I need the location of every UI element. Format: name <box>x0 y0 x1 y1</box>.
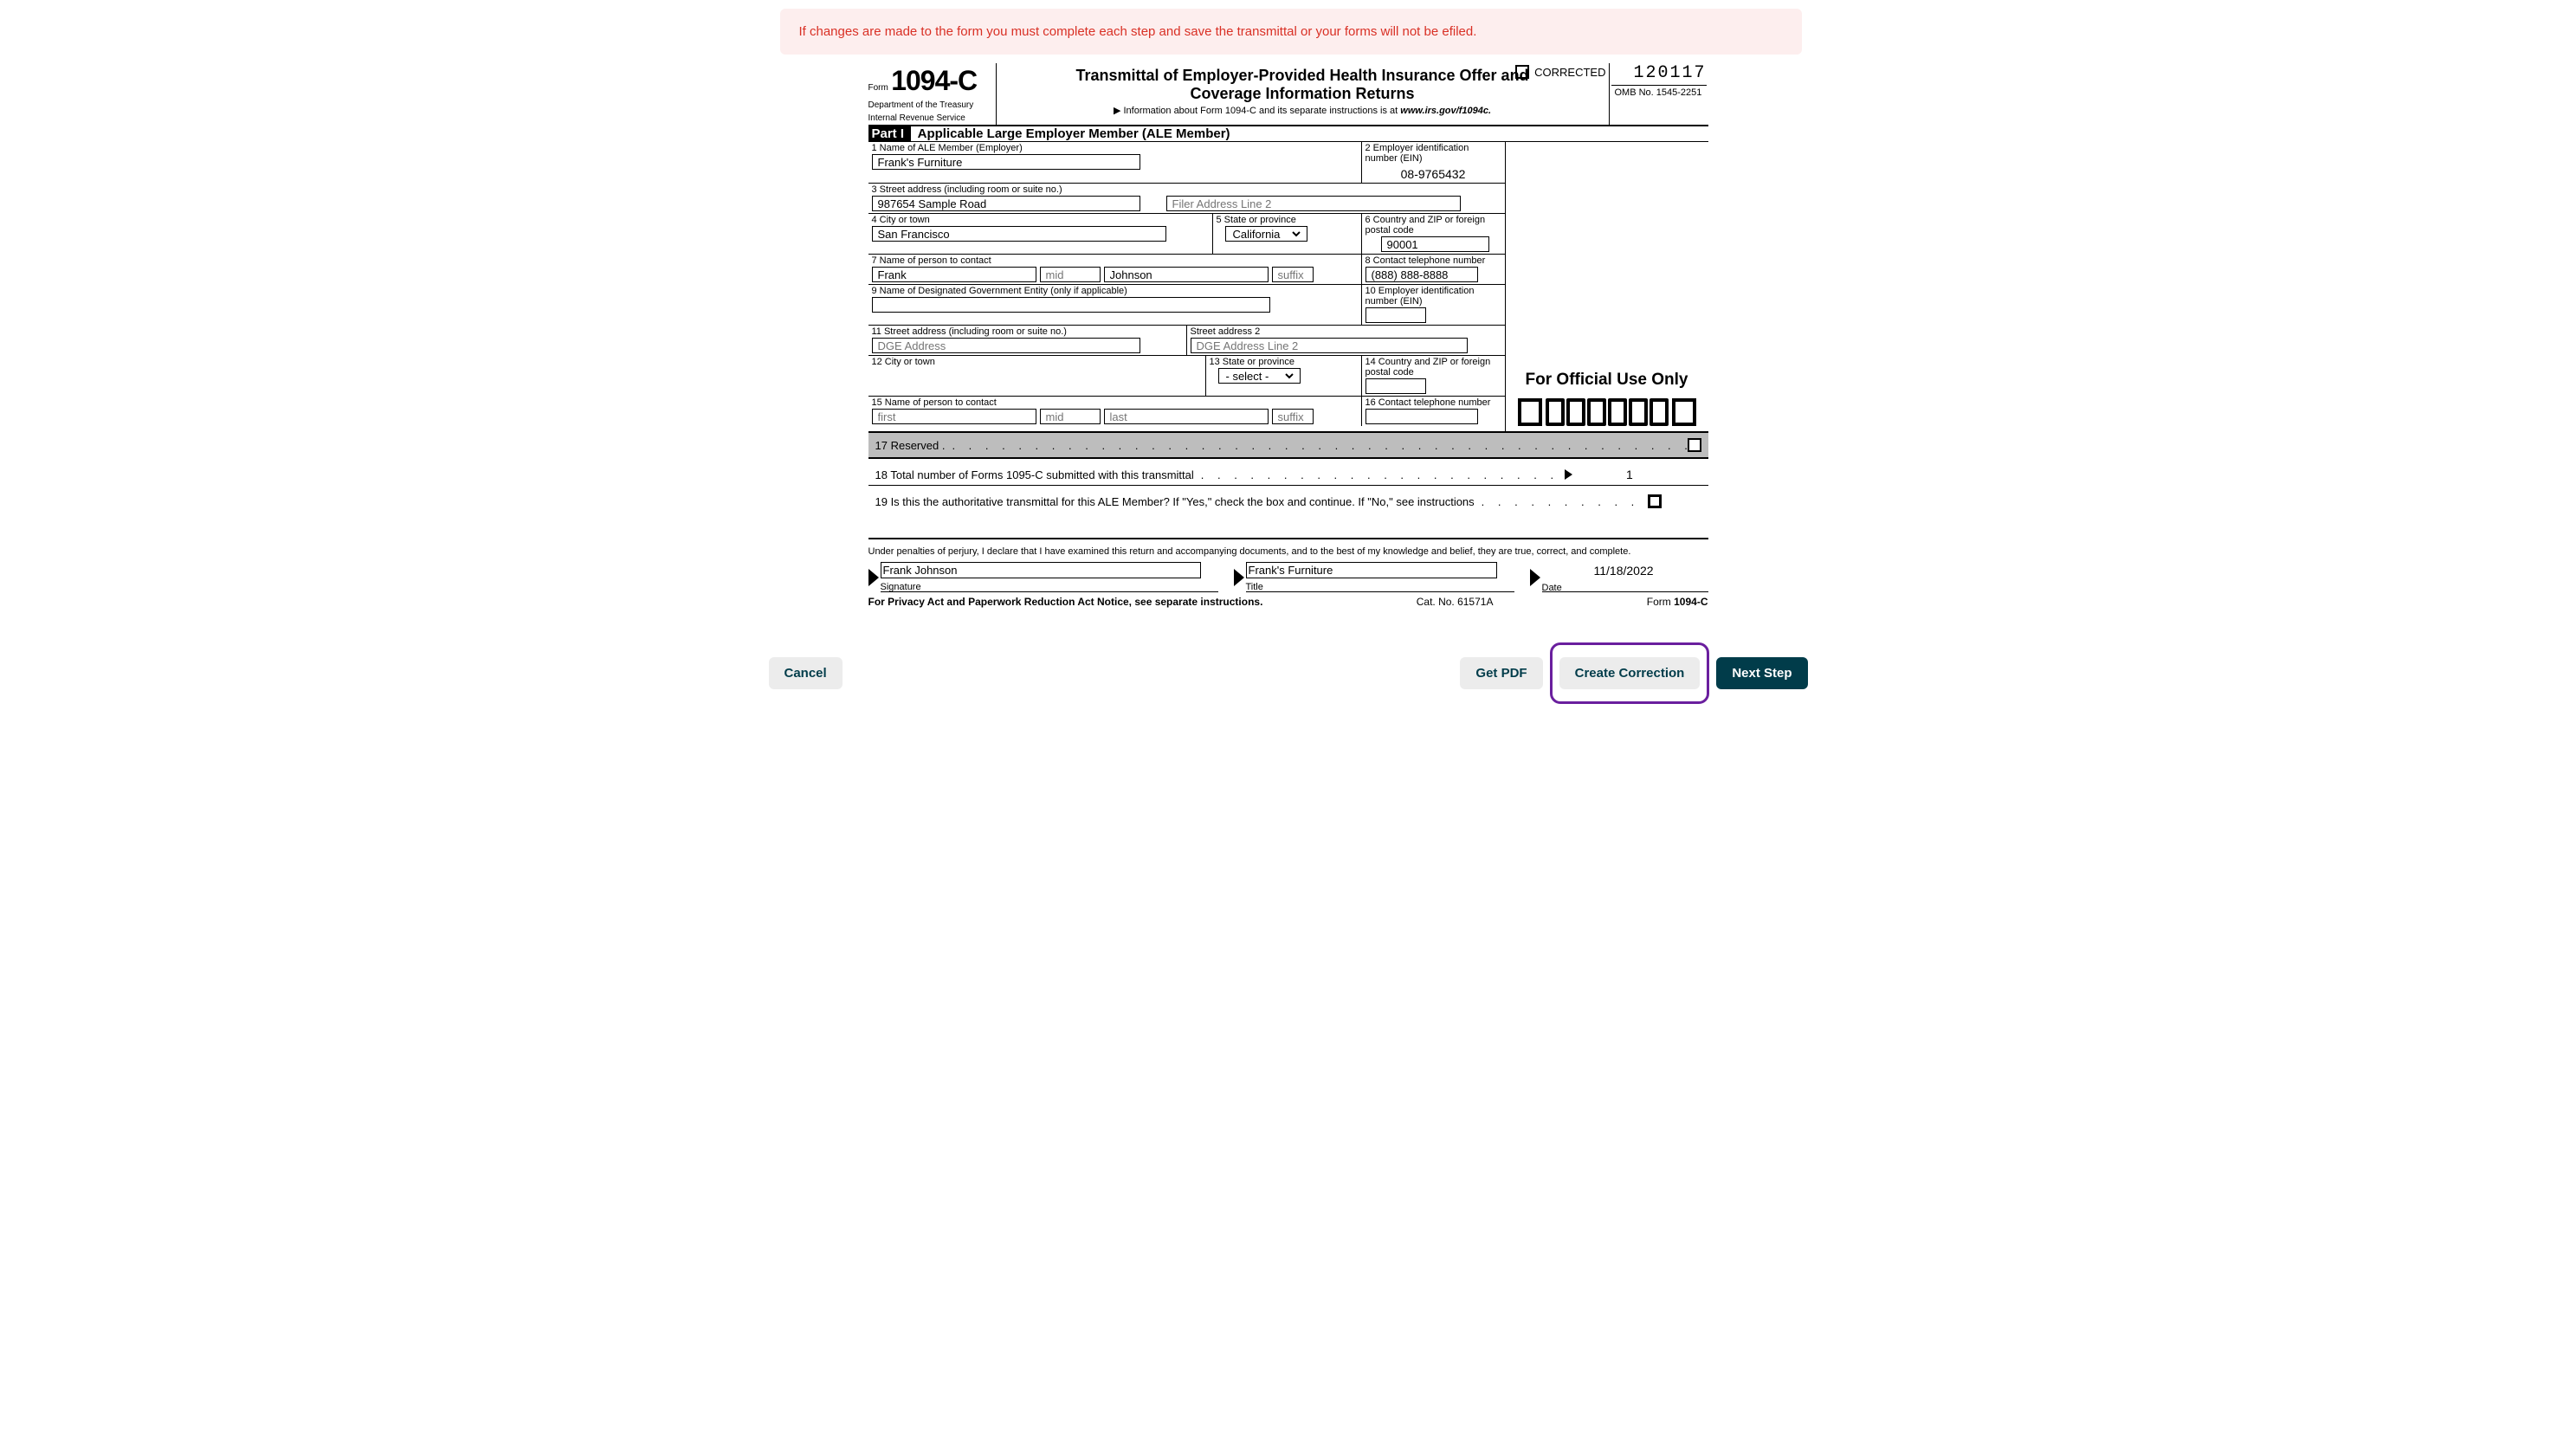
l5-select[interactable]: California <box>1230 227 1303 242</box>
form-info: ▶ Information about Form 1094-C and its … <box>1004 105 1602 116</box>
barcode <box>1506 398 1708 431</box>
signature-input[interactable] <box>881 563 1200 578</box>
date-marker-icon <box>1530 569 1540 586</box>
l18-value: 1 <box>1616 468 1633 481</box>
l7-first-input[interactable] <box>876 268 1032 282</box>
l17-checkbox[interactable] <box>1688 438 1701 452</box>
l2-label: 2 Employer identification number (EIN) <box>1365 143 1501 164</box>
date-value: 11/18/2022 <box>1542 562 1708 581</box>
l7-suffix-input[interactable] <box>1276 268 1309 282</box>
l8-label: 8 Contact telephone number <box>1365 255 1501 266</box>
l6-label: 6 Country and ZIP or foreign postal code <box>1365 215 1501 236</box>
l7-mid-input[interactable] <box>1044 268 1096 282</box>
line-17: 17 Reserved . . . . . . . . . . . . . . … <box>868 431 1708 459</box>
title-marker-icon <box>1234 569 1244 586</box>
l16-input[interactable] <box>1370 410 1474 424</box>
form-title-2: Coverage Information Returns <box>1004 85 1602 103</box>
l4-label: 4 City or town <box>872 215 1209 225</box>
form-1094c: Form 1094-C Department of the Treasury I… <box>868 63 1708 608</box>
warning-text: If changes are made to the form you must… <box>799 24 1477 39</box>
header-right: CORRECTED 120117 OMB No. 1545-2251 <box>1610 63 1708 125</box>
l9-label: 9 Name of Designated Government Entity (… <box>872 286 1358 296</box>
create-correction-button[interactable]: Create Correction <box>1559 657 1701 689</box>
l4-input[interactable] <box>876 227 1162 242</box>
l19-checkbox[interactable] <box>1648 494 1662 508</box>
l15-mid-input[interactable] <box>1044 410 1096 424</box>
line-18: 18 Total number of Forms 1095-C submitte… <box>868 459 1708 486</box>
form-number: 1094-C <box>891 65 977 96</box>
title-input[interactable] <box>1247 563 1496 578</box>
cancel-button[interactable]: Cancel <box>769 657 843 689</box>
form-label: Form <box>868 83 888 93</box>
form-title-1: Transmittal of Employer-Provided Health … <box>1004 67 1602 85</box>
header-left: Form 1094-C Department of the Treasury I… <box>868 63 997 125</box>
l11-input-1[interactable] <box>876 339 1136 353</box>
next-step-button[interactable]: Next Step <box>1716 657 1807 689</box>
omb-number: OMB No. 1545-2251 <box>1611 85 1707 98</box>
footer-right: Form 1094-C <box>1647 596 1708 608</box>
part-i-bar: Part I Applicable Large Employer Member … <box>868 126 1708 142</box>
l8-input[interactable] <box>1370 268 1474 282</box>
l11-label2: Street address 2 <box>1191 326 1501 337</box>
l3-input-2[interactable] <box>1171 197 1456 211</box>
l6-input[interactable] <box>1385 237 1485 252</box>
l19-label: 19 Is this the authoritative transmittal… <box>875 495 1475 508</box>
l10-input[interactable] <box>1370 308 1422 323</box>
l7-label: 7 Name of person to contact <box>872 255 1358 266</box>
signature-row: Signature Title 11/18/2022 Date <box>868 562 1708 592</box>
l1-label: 1 Name of ALE Member (Employer) <box>872 143 1358 153</box>
l9-input[interactable] <box>876 298 1266 313</box>
title-label: Title <box>1246 582 1514 592</box>
l15-first-input[interactable] <box>876 410 1032 424</box>
l17-label: 17 Reserved . <box>875 439 946 452</box>
l3-label: 3 Street address (including room or suit… <box>872 184 1501 195</box>
l15-last-input[interactable] <box>1108 410 1264 424</box>
line-19: 19 Is this the authoritative transmittal… <box>868 486 1708 512</box>
corrected-label: CORRECTED <box>1534 66 1605 79</box>
l11-label: 11 Street address (including room or sui… <box>872 326 1183 337</box>
l13-select[interactable]: - select - <box>1223 369 1296 384</box>
dept-line1: Department of the Treasury <box>868 100 992 110</box>
official-use-label: For Official Use Only <box>1506 364 1708 398</box>
footer-left: For Privacy Act and Paperwork Reduction … <box>868 596 1263 608</box>
l1-input[interactable] <box>876 155 1136 170</box>
warning-banner: If changes are made to the form you must… <box>780 9 1802 55</box>
official-use-panel: For Official Use Only <box>1505 142 1708 431</box>
l5-label: 5 State or province <box>1217 215 1358 225</box>
l18-label: 18 Total number of Forms 1095-C submitte… <box>875 468 1194 481</box>
l15-suffix-input[interactable] <box>1276 410 1309 424</box>
l15-label: 15 Name of person to contact <box>872 397 1358 408</box>
signature-marker-icon <box>868 569 879 586</box>
form-footer: For Privacy Act and Paperwork Reduction … <box>868 592 1708 608</box>
footer-center: Cat. No. 61571A <box>1417 596 1494 608</box>
date-label: Date <box>1542 583 1708 593</box>
get-pdf-button[interactable]: Get PDF <box>1460 657 1542 689</box>
l11-input-2[interactable] <box>1195 339 1463 353</box>
form-header: Form 1094-C Department of the Treasury I… <box>868 63 1708 126</box>
arrow-icon <box>1565 469 1572 480</box>
form-code: 120117 <box>1611 63 1707 83</box>
l13-label: 13 State or province <box>1210 357 1358 367</box>
l10-label: 10 Employer identification number (EIN) <box>1365 286 1501 307</box>
l2-value: 08-9765432 <box>1365 164 1501 181</box>
action-bar: Cancel Get PDF Create Correction Next St… <box>769 642 1808 704</box>
corrected-box: CORRECTED <box>1515 65 1605 79</box>
perjury-statement: Under penalties of perjury, I declare th… <box>868 538 1708 557</box>
dept-line2: Internal Revenue Service <box>868 113 992 123</box>
part-i-pill: Part I <box>868 126 912 141</box>
signature-label: Signature <box>881 582 1218 592</box>
create-correction-highlight: Create Correction <box>1550 642 1710 704</box>
corrected-checkbox[interactable] <box>1515 65 1529 79</box>
l14-label: 14 Country and ZIP or foreign postal cod… <box>1365 357 1501 378</box>
l16-label: 16 Contact telephone number <box>1365 397 1501 408</box>
l7-last-input[interactable] <box>1108 268 1264 282</box>
part-i-title: Applicable Large Employer Member (ALE Me… <box>918 126 1230 141</box>
l3-input-1[interactable] <box>876 197 1136 211</box>
l14-input[interactable] <box>1370 379 1422 394</box>
l12-label: 12 City or town <box>872 357 1202 367</box>
